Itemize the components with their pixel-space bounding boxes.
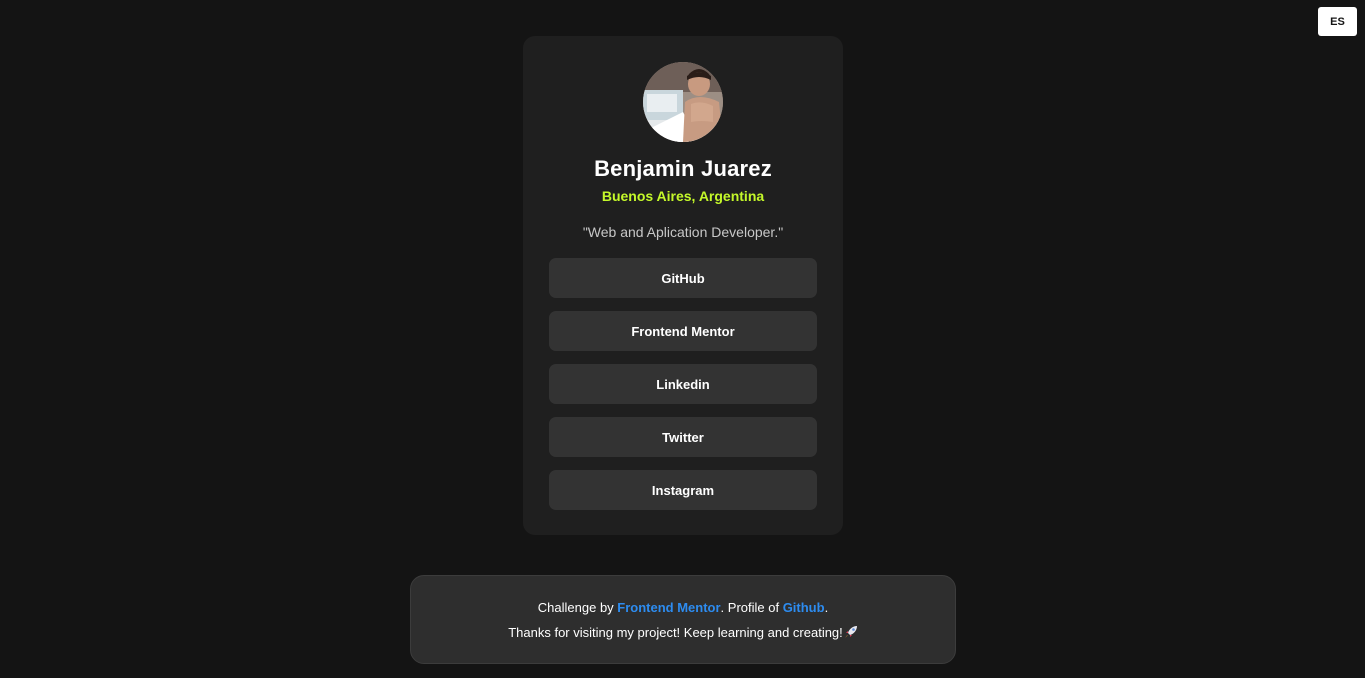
thanks-text: Thanks for visiting my project! Keep lea…: [508, 624, 843, 640]
profile-location: Buenos Aires, Argentina: [601, 188, 765, 204]
rocket-icon: [844, 625, 858, 639]
attribution-suffix: .: [824, 599, 829, 615]
challenge-link[interactable]: Frontend Mentor: [617, 600, 720, 615]
attribution-footer: Challenge by Frontend Mentor. Profile of…: [410, 575, 956, 664]
frontend-mentor-link-button[interactable]: Frontend Mentor: [549, 311, 817, 351]
attribution-prefix: Challenge by: [537, 599, 618, 615]
profile-name: Benjamin Juarez: [594, 156, 772, 181]
language-toggle-button[interactable]: ES: [1318, 7, 1357, 36]
thanks-line: Thanks for visiting my project! Keep lea…: [508, 625, 858, 640]
github-link-button[interactable]: GitHub: [549, 258, 817, 298]
profile-card: Benjamin Juarez Buenos Aires, Argentina …: [523, 36, 843, 535]
attribution-line: Challenge by Frontend Mentor. Profile of…: [538, 600, 828, 615]
attribution-middle: . Profile of: [720, 599, 783, 615]
social-links: GitHub Frontend Mentor Linkedin Twitter …: [549, 258, 817, 510]
linkedin-link-button[interactable]: Linkedin: [549, 364, 817, 404]
profile-bio: "Web and Aplication Developer.": [582, 224, 784, 240]
profile-photo: [643, 62, 723, 142]
instagram-link-button[interactable]: Instagram: [549, 470, 817, 510]
profile-github-link[interactable]: Github: [783, 600, 825, 615]
twitter-link-button[interactable]: Twitter: [549, 417, 817, 457]
avatar: [643, 62, 723, 142]
